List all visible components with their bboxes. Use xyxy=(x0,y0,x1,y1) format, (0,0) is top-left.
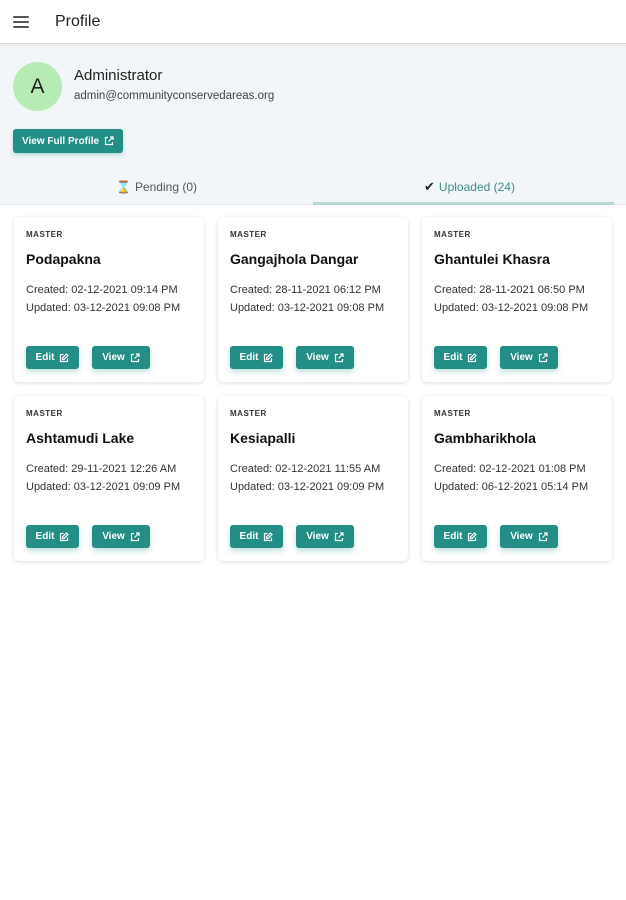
edit-button[interactable]: Edit xyxy=(230,346,283,369)
hourglass-icon: ⌛ xyxy=(116,180,131,194)
updated-date: Updated: 03-12-2021 09:09 PM xyxy=(26,481,181,493)
created-date: Created: 28-11-2021 06:12 PM xyxy=(230,284,381,296)
site-name: Kesiapalli xyxy=(230,430,296,446)
tab-uploaded-label: Uploaded (24) xyxy=(438,180,515,194)
edit-icon xyxy=(60,531,70,541)
view-label: View xyxy=(510,352,533,363)
uploaded-sites-grid: MASTER Podapakna Created: 02-12-2021 09:… xyxy=(14,217,614,561)
site-card: MASTER Kesiapalli Created: 02-12-2021 11… xyxy=(218,396,408,561)
view-button[interactable]: View xyxy=(500,346,558,369)
view-button[interactable]: View xyxy=(500,525,558,548)
view-label: View xyxy=(306,531,329,542)
edit-button[interactable]: Edit xyxy=(230,525,283,548)
view-button[interactable]: View xyxy=(296,346,354,369)
updated-date: Updated: 03-12-2021 09:09 PM xyxy=(230,481,385,493)
site-type-tag: MASTER xyxy=(230,230,267,239)
site-type-tag: MASTER xyxy=(434,230,471,239)
created-date: Created: 02-12-2021 09:14 PM xyxy=(26,284,178,296)
checkmark-icon: ✔ xyxy=(424,179,435,194)
edit-label: Edit xyxy=(239,352,259,363)
edit-label: Edit xyxy=(35,352,55,363)
site-name: Podapakna xyxy=(26,251,101,267)
view-label: View xyxy=(306,352,329,363)
view-label: View xyxy=(102,352,125,363)
updated-date: Updated: 03-12-2021 09:08 PM xyxy=(26,302,181,314)
site-type-tag: MASTER xyxy=(26,409,63,418)
site-card: MASTER Ashtamudi Lake Created: 29-11-202… xyxy=(14,396,204,561)
view-full-profile-label: View Full Profile xyxy=(22,135,100,147)
edit-button[interactable]: Edit xyxy=(434,346,487,369)
edit-label: Edit xyxy=(443,352,463,363)
external-link-icon xyxy=(104,136,114,146)
edit-icon xyxy=(468,352,478,362)
edit-icon xyxy=(264,352,274,362)
tab-uploaded[interactable]: ✔ Uploaded (24) xyxy=(313,170,626,205)
upload-tabs: ⌛ Pending (0) ✔ Uploaded (24) xyxy=(0,170,626,205)
external-link-icon xyxy=(538,352,548,362)
tab-pending-label: Pending (0) xyxy=(134,180,197,194)
site-card: MASTER Podapakna Created: 02-12-2021 09:… xyxy=(14,217,204,382)
updated-date: Updated: 06-12-2021 05:14 PM xyxy=(434,481,589,493)
external-link-icon xyxy=(130,531,140,541)
edit-label: Edit xyxy=(239,531,259,542)
edit-icon xyxy=(468,531,478,541)
created-date: Created: 29-11-2021 12:26 AM xyxy=(26,463,177,475)
site-type-tag: MASTER xyxy=(230,409,267,418)
updated-date: Updated: 03-12-2021 09:08 PM xyxy=(434,302,589,314)
page-title: Profile xyxy=(55,12,101,30)
updated-date: Updated: 03-12-2021 09:08 PM xyxy=(230,302,385,314)
external-link-icon xyxy=(130,352,140,362)
app-bar: Profile xyxy=(0,0,626,44)
site-type-tag: MASTER xyxy=(434,409,471,418)
created-date: Created: 02-12-2021 11:55 AM xyxy=(230,463,381,475)
edit-label: Edit xyxy=(443,531,463,542)
external-link-icon xyxy=(334,531,344,541)
edit-button[interactable]: Edit xyxy=(26,346,79,369)
tab-pending[interactable]: ⌛ Pending (0) xyxy=(0,170,313,204)
avatar: A xyxy=(13,62,62,111)
site-name: Ashtamudi Lake xyxy=(26,430,135,446)
site-name: Gambharikhola xyxy=(434,430,536,446)
site-card: MASTER Gangajhola Dangar Created: 28-11-… xyxy=(218,217,408,382)
view-label: View xyxy=(102,531,125,542)
hamburger-menu-icon[interactable] xyxy=(13,12,37,32)
view-full-profile-button[interactable]: View Full Profile xyxy=(13,129,124,153)
edit-button[interactable]: Edit xyxy=(434,525,487,548)
external-link-icon xyxy=(538,531,548,541)
view-label: View xyxy=(510,531,533,542)
site-name: Gangajhola Dangar xyxy=(230,251,359,267)
user-name: Administrator xyxy=(74,67,163,84)
edit-icon xyxy=(264,531,274,541)
edit-button[interactable]: Edit xyxy=(26,525,79,548)
site-type-tag: MASTER xyxy=(26,230,63,239)
created-date: Created: 02-12-2021 01:08 PM xyxy=(434,463,586,475)
view-button[interactable]: View xyxy=(92,346,150,369)
view-button[interactable]: View xyxy=(92,525,150,548)
edit-label: Edit xyxy=(35,531,55,542)
site-card: MASTER Gambharikhola Created: 02-12-2021… xyxy=(422,396,612,561)
edit-icon xyxy=(60,352,70,362)
site-name: Ghantulei Khasra xyxy=(434,251,550,267)
site-card: MASTER Ghantulei Khasra Created: 28-11-2… xyxy=(422,217,612,382)
view-button[interactable]: View xyxy=(296,525,354,548)
user-email: admin@communityconservedareas.org xyxy=(74,90,275,102)
created-date: Created: 28-11-2021 06:50 PM xyxy=(434,284,585,296)
external-link-icon xyxy=(334,352,344,362)
